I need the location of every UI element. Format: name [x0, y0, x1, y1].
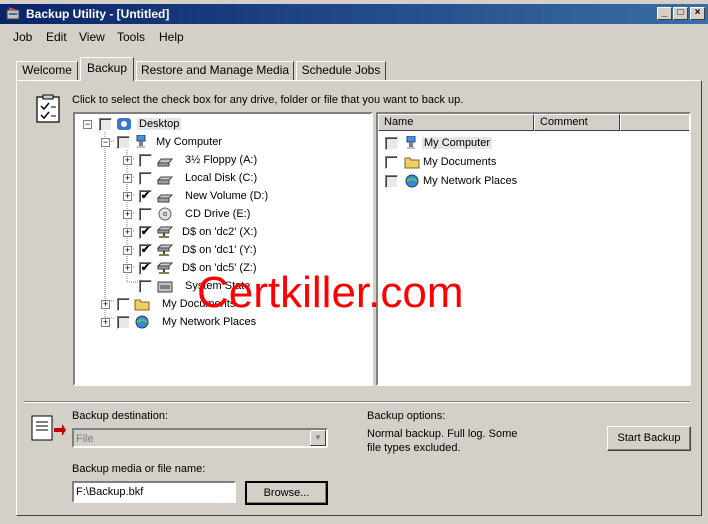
list-checkbox[interactable]	[385, 137, 398, 150]
chevron-down-icon: ▼	[310, 430, 326, 446]
backup-destination-label: Backup destination:	[72, 410, 169, 422]
network-places-icon	[405, 174, 419, 188]
backup-media-input[interactable]: F:\Backup.bkf	[72, 481, 236, 503]
list-item-label: My Computer	[422, 137, 493, 149]
tree-checkbox-checked[interactable]: ✔	[139, 190, 152, 203]
tree-checkbox[interactable]	[139, 208, 152, 221]
network-places-icon	[135, 315, 149, 329]
tree-checkbox[interactable]	[117, 316, 130, 329]
tree-checkbox[interactable]	[139, 172, 152, 185]
menu-help[interactable]: Help	[159, 30, 184, 44]
tree-label: My Computer	[156, 136, 223, 148]
expand-icon[interactable]: +	[123, 156, 132, 165]
folder-icon	[134, 299, 150, 311]
menu-edit[interactable]: Edit	[46, 30, 67, 44]
checklist-icon	[36, 94, 60, 123]
backup-options-text-line1: Normal backup. Full log. Some	[367, 428, 518, 440]
close-icon: ×	[694, 7, 701, 18]
network-drive-icon	[157, 262, 173, 274]
backup-destination-select: File ▼	[72, 428, 328, 448]
restore-button[interactable]: □	[673, 7, 688, 20]
folder-icon	[404, 157, 420, 169]
floppy-drive-icon	[157, 158, 173, 167]
collapse-icon[interactable]: −	[101, 138, 110, 147]
tree-checkbox-checked[interactable]: ✔	[139, 226, 152, 239]
expand-icon[interactable]: +	[123, 264, 132, 273]
column-header-filler	[620, 114, 689, 131]
backup-options-label: Backup options:	[367, 410, 446, 422]
menu-bar: Job Edit View Tools Help	[0, 27, 708, 47]
backup-media-label: Backup media or file name:	[72, 463, 206, 475]
tree-checkbox-checked[interactable]: ✔	[139, 262, 152, 275]
my-computer-icon	[406, 136, 416, 149]
backup-utility-window: Backup Utility - [Untitled] _ □ × Job Ed…	[0, 0, 708, 524]
window-title: Backup Utility - [Untitled]	[26, 7, 170, 21]
my-computer-icon	[136, 135, 146, 148]
minimize-icon: _	[661, 7, 668, 18]
cd-drive-icon	[158, 207, 172, 221]
menu-tools[interactable]: Tools	[117, 30, 145, 44]
tree-label: D$ on 'dc1' (Y:)	[182, 244, 257, 256]
tree-label: Desktop	[137, 118, 182, 130]
close-button[interactable]: ×	[690, 7, 705, 20]
expand-icon[interactable]: +	[101, 318, 110, 327]
collapse-icon[interactable]: −	[83, 120, 92, 129]
tab-backup[interactable]: Backup	[80, 57, 134, 81]
start-backup-button[interactable]: Start Backup	[607, 426, 691, 451]
expand-icon[interactable]: +	[123, 228, 132, 237]
list-checkbox[interactable]	[385, 156, 398, 169]
expand-icon[interactable]: +	[123, 174, 132, 183]
expand-icon[interactable]: +	[123, 210, 132, 219]
restore-icon: □	[677, 7, 684, 18]
list-item-label: My Network Places	[423, 175, 518, 187]
tab-strip: Welcome Backup Restore and Manage Media …	[0, 55, 708, 81]
tree-checkbox[interactable]	[139, 280, 152, 293]
tree-label: Local Disk (C:)	[185, 172, 258, 184]
network-drive-icon	[157, 226, 173, 238]
column-header-name[interactable]: Name	[378, 114, 534, 131]
expand-icon[interactable]: +	[123, 246, 132, 255]
tree-checkbox[interactable]	[117, 136, 130, 149]
menu-job[interactable]: Job	[13, 30, 32, 44]
list-checkbox[interactable]	[385, 175, 398, 188]
tree-label: D$ on 'dc2' (X:)	[182, 226, 258, 238]
hard-drive-icon	[157, 176, 173, 185]
tree-checkbox[interactable]	[117, 298, 130, 311]
hard-drive-icon	[157, 194, 173, 203]
tree-checkbox-checked[interactable]: ✔	[139, 244, 152, 257]
drive-tree-panel[interactable]: − Desktop − My Computer + 3½ Floppy (A:)…	[73, 112, 373, 386]
tree-checkbox[interactable]	[139, 154, 152, 167]
tab-welcome[interactable]: Welcome	[16, 61, 78, 80]
tree-label: New Volume (D:)	[185, 190, 269, 202]
watermark-text: Certkiller.com	[197, 268, 464, 317]
network-drive-icon	[157, 244, 173, 256]
tree-label: CD Drive (E:)	[185, 208, 251, 220]
title-bar[interactable]: Backup Utility - [Untitled] _ □ ×	[0, 4, 708, 24]
tree-label: 3½ Floppy (A:)	[185, 154, 258, 166]
tab-schedule-jobs[interactable]: Schedule Jobs	[296, 61, 386, 80]
backup-destination-icon	[31, 415, 66, 441]
tab-restore[interactable]: Restore and Manage Media	[136, 61, 294, 80]
backup-app-icon	[6, 7, 20, 20]
tree-checkbox[interactable]	[99, 118, 112, 131]
system-state-icon	[157, 281, 173, 293]
backup-options-text-line2: file types excluded.	[367, 442, 461, 454]
menu-view[interactable]: View	[79, 30, 105, 44]
backup-instruction: Click to select the check box for any dr…	[72, 94, 464, 106]
expand-icon[interactable]: +	[123, 192, 132, 201]
list-item-label: My Documents	[423, 156, 497, 168]
column-header-comment[interactable]: Comment	[534, 114, 620, 131]
desktop-icon	[117, 118, 131, 130]
browse-button[interactable]: Browse...	[245, 481, 328, 505]
section-divider	[24, 401, 690, 403]
backup-destination-value: File	[76, 433, 94, 445]
minimize-button[interactable]: _	[657, 7, 672, 20]
expand-icon[interactable]: +	[101, 300, 110, 309]
contents-list-panel[interactable]: Name Comment My Computer My Documents My…	[376, 112, 691, 386]
